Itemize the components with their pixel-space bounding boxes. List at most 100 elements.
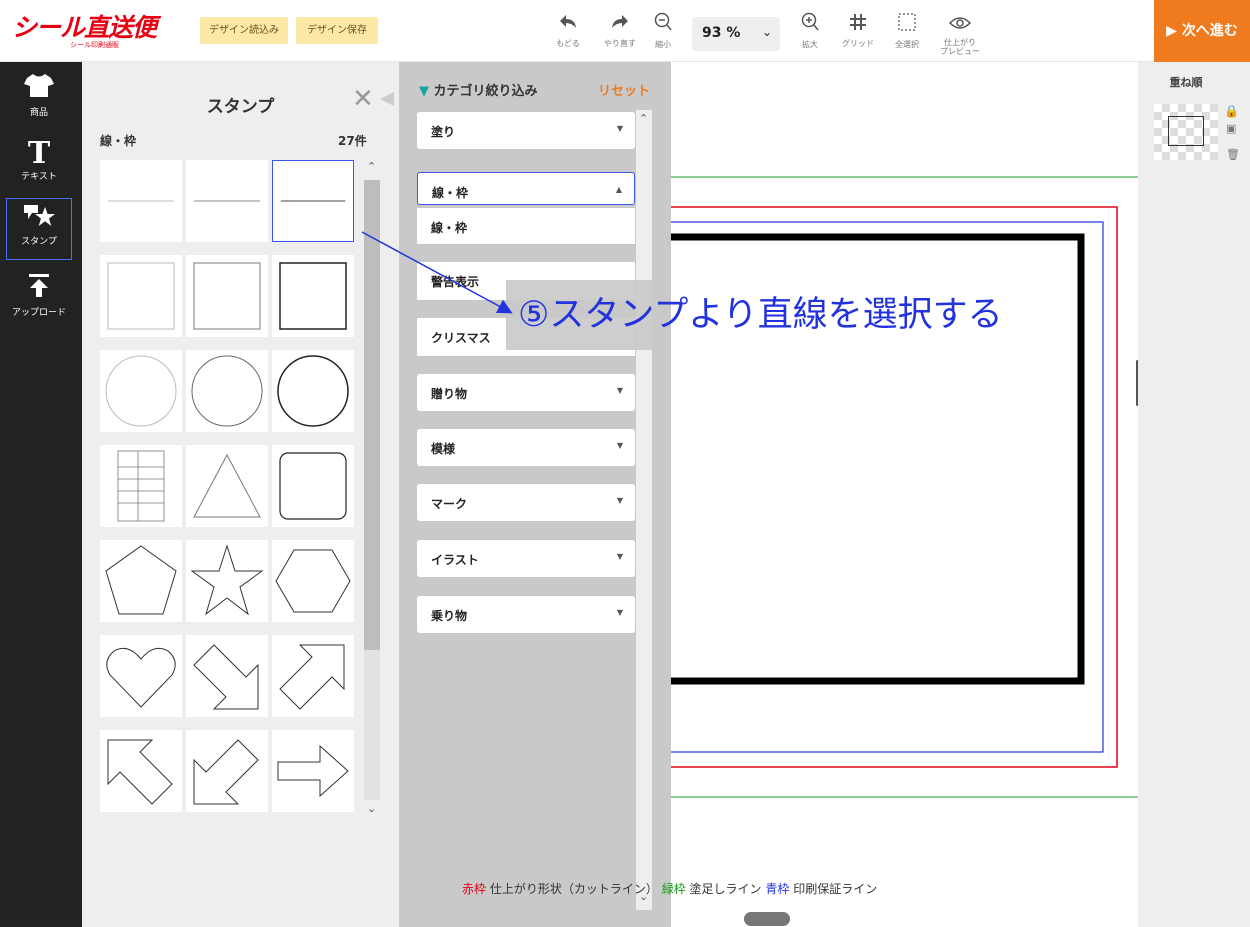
stamp-thumb-star[interactable] (186, 540, 268, 622)
copy-icon[interactable]: ▣ (1226, 122, 1236, 135)
undo-button[interactable]: もどる (546, 12, 590, 50)
stamp-star-icon (7, 199, 71, 236)
close-icon[interactable]: ✕ (352, 84, 374, 114)
dropdown-label: クリスマス (431, 331, 491, 345)
stamp-thumb-circle-thick[interactable] (272, 350, 354, 432)
tshirt-icon (6, 72, 72, 107)
category-dropdown-6[interactable]: 贈り物 ▼ (417, 374, 635, 411)
stamp-line-thin-icon (108, 200, 174, 202)
stamp-thumb-rounded-square[interactable] (272, 445, 354, 527)
zoom-select[interactable]: 93 % ⌄ (692, 17, 780, 51)
design-load-button[interactable]: デザイン読込み (200, 17, 288, 44)
stamp-thumb-table[interactable] (100, 445, 182, 527)
filter-scrollbar[interactable]: ⌃ ⌄ (636, 110, 652, 910)
stamp-thumb-line-thin[interactable] (100, 160, 182, 242)
design-save-button[interactable]: デザイン保存 (296, 17, 378, 44)
lock-icon[interactable]: 🔒 (1224, 104, 1239, 118)
caret-up-icon: ▲ (615, 185, 622, 194)
legend-red-text: 仕上がり形状（カットライン） (489, 882, 658, 896)
stamp-arrow-up-right-icon (279, 644, 345, 710)
select-all-button[interactable]: 全選択 (885, 12, 929, 51)
scroll-up-icon[interactable]: ⌃ (367, 160, 376, 173)
grid-label: グリッド (842, 39, 874, 48)
dropdown-label: 乗り物 (431, 609, 468, 623)
stamp-triangle-icon (193, 453, 261, 518)
scroll-down-icon[interactable]: ⌄ (367, 802, 376, 815)
nav-item-stamp[interactable]: スタンプ (6, 198, 72, 260)
stamp-scrollbar[interactable]: ⌃ ⌄ (364, 160, 380, 820)
layer-frame-preview (1168, 116, 1204, 146)
stamp-square-thick-icon (279, 262, 347, 330)
layer-panel: 重ね順 🔒 ▣ 🗑 (1138, 62, 1250, 927)
layer-panel-title: 重ね順 (1169, 76, 1203, 89)
stamp-thumb-square-medium[interactable] (186, 255, 268, 337)
grid-button[interactable]: グリッド (836, 12, 880, 50)
category-dropdown-3[interactable]: 線・枠 (417, 208, 635, 244)
stamp-thumb-circle-medium[interactable] (186, 350, 268, 432)
upload-icon (6, 272, 72, 307)
stamp-thumb-arrow-right[interactable] (272, 730, 354, 812)
category-dropdown-7[interactable]: 模様 ▼ (417, 429, 635, 466)
stamp-thumb-arrow-up-right[interactable] (272, 635, 354, 717)
annotation-callout: ⑤スタンプより直線を選択する (518, 295, 1003, 335)
undo-label: もどる (556, 39, 580, 48)
nav-item-text[interactable]: T テキスト (6, 137, 72, 199)
horizontal-scroll-handle[interactable] (744, 912, 790, 926)
layer-thumbnail[interactable] (1154, 104, 1218, 160)
stamp-thumb-hexagon[interactable] (272, 540, 354, 622)
category-dropdown-8[interactable]: マーク ▼ (417, 484, 635, 521)
nav-item-label: テキスト (21, 172, 57, 182)
stamp-thumb-circle-thin[interactable] (100, 350, 182, 432)
stamp-star-icon (190, 544, 264, 616)
top-toolbar: シール直送便 シール印刷通販 デザイン読込み デザイン保存 もどる やり直す 縮… (0, 0, 1250, 62)
reset-button[interactable]: リセット (598, 80, 650, 99)
category-dropdown-10[interactable]: 乗り物 ▼ (417, 596, 635, 633)
dropdown-label: 線・枠 (432, 186, 469, 200)
stamp-thumb-square-thin[interactable] (100, 255, 182, 337)
select-all-label: 全選択 (895, 40, 919, 49)
next-step-button[interactable]: ▶ 次へ進む (1154, 0, 1250, 62)
zoom-out-button[interactable]: 縮小 (641, 12, 685, 51)
legend-green-text: 塗足しライン (689, 882, 762, 896)
stamp-thumb-arrow-down-left[interactable] (186, 730, 268, 812)
preview-label-line1: 仕上がり (944, 38, 976, 47)
stamp-thumb-triangle[interactable] (186, 445, 268, 527)
preview-label-line2: プレビュー (940, 47, 980, 56)
nav-item-upload[interactable]: アップロード (6, 272, 72, 334)
stamp-pentagon-icon (105, 545, 177, 615)
trash-icon[interactable]: 🗑 (1226, 148, 1240, 161)
scroll-thumb[interactable] (364, 180, 380, 650)
caret-down-icon: ▼ (616, 552, 623, 561)
stamp-arrow-up-left-icon (107, 739, 173, 805)
stamp-line-thick-icon (280, 200, 346, 202)
collapse-arrow-icon[interactable] (380, 92, 394, 106)
stamp-thumb-line-medium[interactable] (186, 160, 268, 242)
nav-item-product[interactable]: 商品 (6, 72, 72, 134)
chevron-down-icon: ⌄ (761, 25, 772, 39)
category-dropdown-2[interactable]: 線・枠 ▲ (417, 172, 635, 205)
scroll-up-icon[interactable]: ⌃ (639, 112, 648, 125)
site-logo[interactable]: シール直送便 シール印刷通販 (12, 8, 192, 52)
logo-subtext: シール印刷通販 (70, 41, 119, 49)
caret-down-icon: ▼ (616, 441, 623, 450)
stamp-thumb-arrow-down-right[interactable] (186, 635, 268, 717)
category-dropdown-1[interactable]: 塗り ▼ (417, 112, 635, 149)
stamp-thumb-arrow-up-left[interactable] (100, 730, 182, 812)
stamp-arrow-down-right-icon (193, 644, 259, 710)
stamp-heart-icon (106, 647, 176, 708)
filter-title-text: カテゴリ絞り込み (433, 84, 538, 99)
dropdown-label: 塗り (431, 125, 456, 139)
stamp-thumb-square-thick[interactable] (272, 255, 354, 337)
redo-icon (598, 12, 642, 36)
redo-button[interactable]: やり直す (598, 12, 642, 50)
select-all-icon (885, 12, 929, 37)
zoom-out-label: 縮小 (655, 40, 671, 49)
zoom-in-button[interactable]: 拡大 (788, 12, 832, 51)
stamp-thumb-line-thick[interactable] (272, 160, 354, 242)
stamp-thumb-heart[interactable] (100, 635, 182, 717)
category-dropdown-9[interactable]: イラスト ▼ (417, 540, 635, 577)
preview-button[interactable]: 仕上がり プレビュー (937, 12, 983, 56)
zoom-in-label: 拡大 (802, 40, 818, 49)
dropdown-label: 模様 (431, 442, 456, 456)
stamp-thumb-pentagon[interactable] (100, 540, 182, 622)
